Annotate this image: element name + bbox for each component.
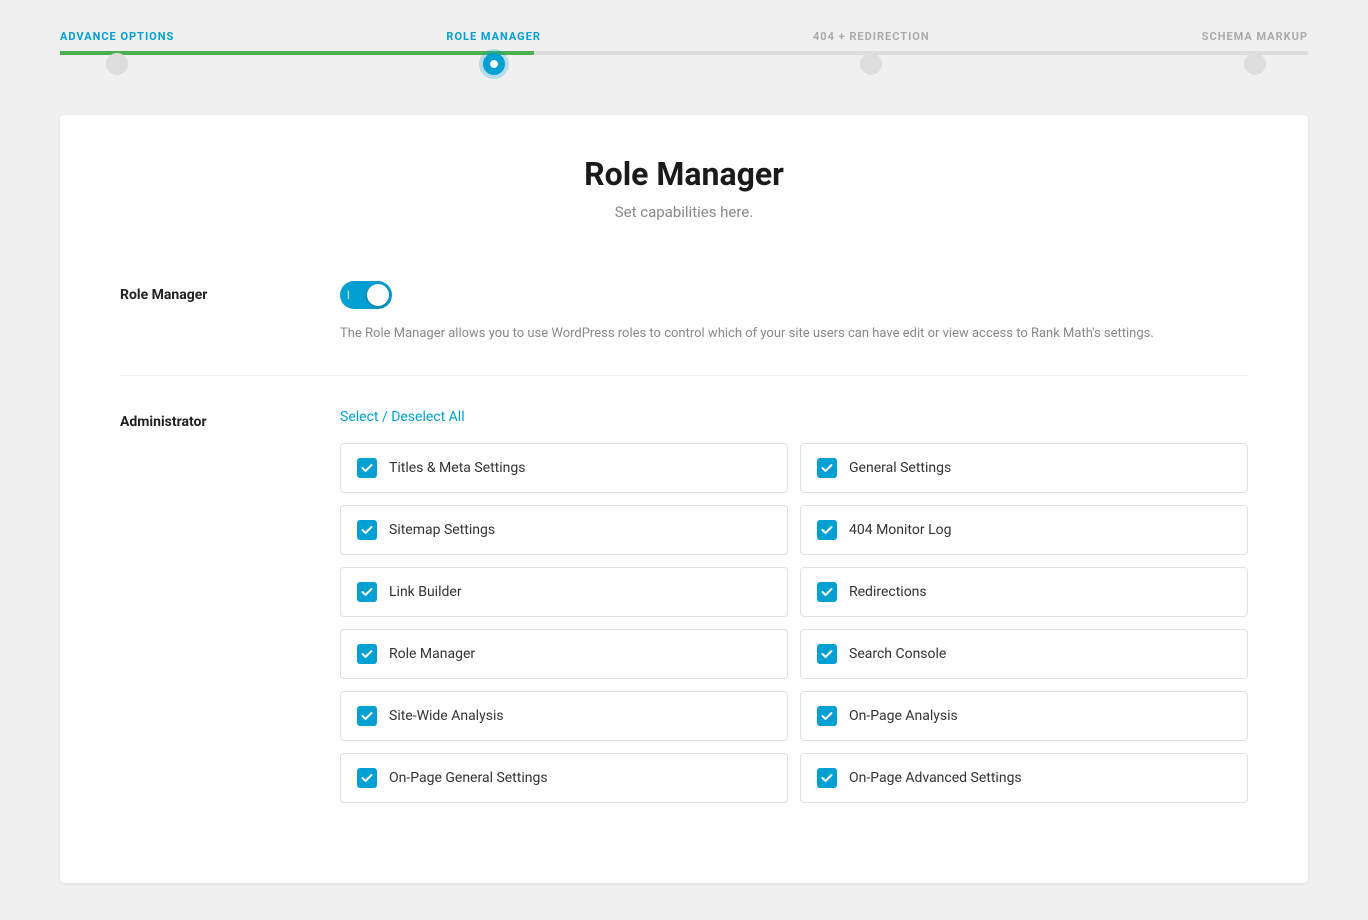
page-subtitle: Set capabilities here. (120, 203, 1248, 221)
role-manager-row: Role Manager | The Role Manager allows y… (120, 261, 1248, 365)
toggle-knob (367, 284, 389, 306)
checkboxes-grid: Titles & Meta Settings General Settings Si… (340, 443, 1248, 803)
checkbox-label: Role Manager (389, 646, 475, 662)
checkbox-label: Search Console (849, 646, 946, 662)
step-schema-circle (1244, 53, 1266, 75)
checkbox-item[interactable]: Search Console (800, 629, 1248, 679)
step-advance-options-label: Advance Options (60, 30, 174, 43)
checkbox-box (817, 644, 837, 664)
checkbox-label: On-Page General Settings (389, 770, 548, 786)
step-schema-label: Schema Markup (1202, 30, 1308, 43)
checkbox-item[interactable]: Role Manager (340, 629, 788, 679)
checkbox-box (357, 582, 377, 602)
divider (120, 375, 1248, 376)
wizard-steps: Advance Options Role Manager 404 + Redir… (60, 30, 1308, 75)
checkbox-box (817, 768, 837, 788)
step-schema-markup[interactable]: Schema Markup (1202, 30, 1308, 75)
checkbox-label: Link Builder (389, 584, 462, 600)
role-manager-label: Role Manager (120, 281, 300, 303)
admin-content: Select / Deselect All Titles & Meta Sett… (340, 406, 1248, 803)
checkbox-label: On-Page Analysis (849, 708, 958, 724)
page-title: Role Manager (120, 155, 1248, 193)
checkbox-box (357, 706, 377, 726)
checkbox-item[interactable]: General Settings (800, 443, 1248, 493)
wizard-header: Advance Options Role Manager 404 + Redir… (0, 0, 1368, 115)
administrator-label: Administrator (120, 406, 300, 430)
checkbox-item[interactable]: On-Page Analysis (800, 691, 1248, 741)
checkbox-label: On-Page Advanced Settings (849, 770, 1022, 786)
checkbox-item[interactable]: 404 Monitor Log (800, 505, 1248, 555)
checkbox-box (357, 768, 377, 788)
step-role-manager-circle (483, 53, 505, 75)
checkbox-label: Titles & Meta Settings (389, 460, 525, 476)
role-manager-content: | The Role Manager allows you to use Wor… (340, 281, 1248, 345)
checkbox-item[interactable]: Sitemap Settings (340, 505, 788, 555)
steps-track (60, 51, 1308, 55)
role-manager-toggle[interactable]: | (340, 281, 392, 309)
step-404-label: 404 + Redirection (813, 30, 930, 43)
checkbox-item[interactable]: On-Page Advanced Settings (800, 753, 1248, 803)
role-manager-description: The Role Manager allows you to use WordP… (340, 324, 1248, 345)
checkbox-item[interactable]: Link Builder (340, 567, 788, 617)
checkbox-label: Sitemap Settings (389, 522, 495, 538)
toggle-icon: | (347, 290, 350, 301)
checkbox-box (817, 582, 837, 602)
step-role-manager[interactable]: Role Manager (446, 30, 541, 75)
checkbox-item[interactable]: Titles & Meta Settings (340, 443, 788, 493)
checkbox-label: General Settings (849, 460, 951, 476)
administrator-row: Administrator Select / Deselect All Titl… (120, 386, 1248, 823)
checkbox-item[interactable]: On-Page General Settings (340, 753, 788, 803)
step-advance-options[interactable]: Advance Options (60, 30, 174, 75)
step-404-redirection[interactable]: 404 + Redirection (813, 30, 930, 75)
checkbox-box (357, 458, 377, 478)
select-deselect-all[interactable]: Select / Deselect All (340, 409, 465, 425)
checkbox-item[interactable]: Site-Wide Analysis (340, 691, 788, 741)
checkbox-label: Redirections (849, 584, 927, 600)
checkbox-box (817, 458, 837, 478)
checkbox-label: 404 Monitor Log (849, 522, 951, 538)
main-card: Role Manager Set capabilities here. Role… (60, 115, 1308, 883)
step-404-circle (860, 53, 882, 75)
toggle-wrap: | (340, 281, 1248, 310)
step-advance-options-circle (106, 53, 128, 75)
checkbox-box (357, 520, 377, 540)
step-role-manager-label: Role Manager (446, 30, 541, 43)
checkbox-box (817, 520, 837, 540)
checkbox-box (817, 706, 837, 726)
checkbox-label: Site-Wide Analysis (389, 708, 504, 724)
checkbox-item[interactable]: Redirections (800, 567, 1248, 617)
checkbox-box (357, 644, 377, 664)
